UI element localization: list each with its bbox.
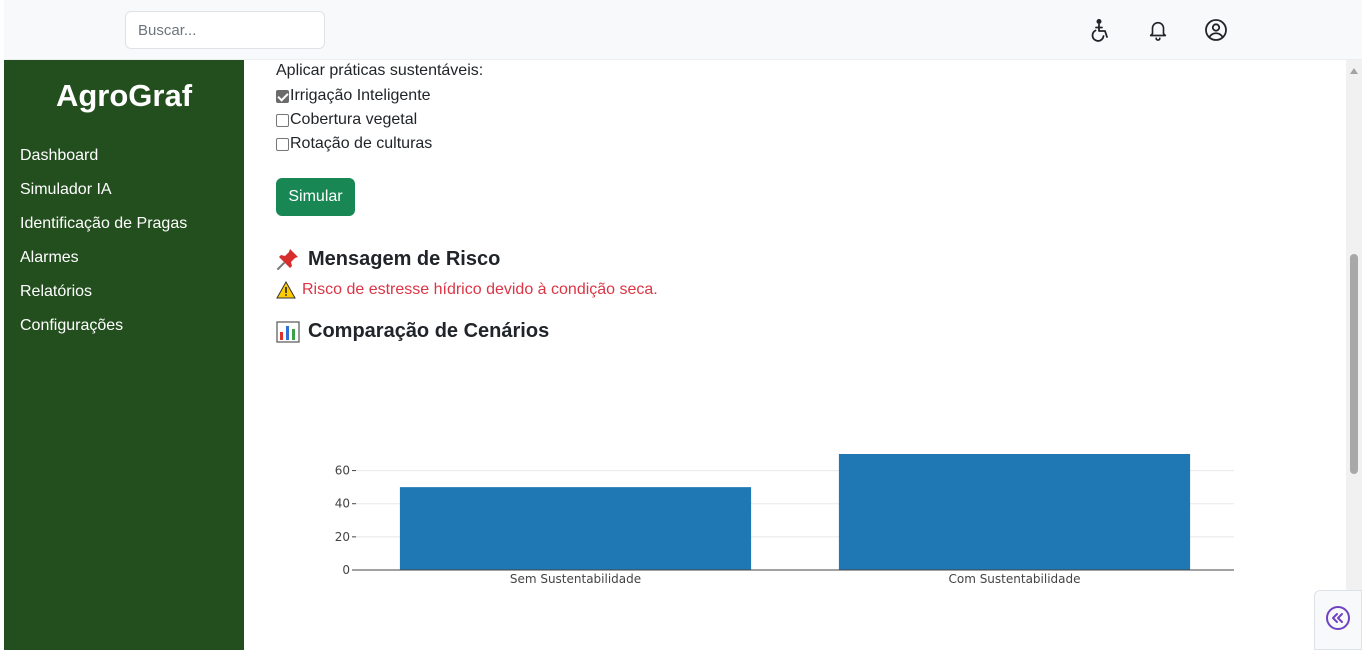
sidebar-nav: Dashboard Simulador IA Identificação de … <box>20 146 187 350</box>
y-tick-label: 0 <box>342 563 350 577</box>
sidebar-item-relatorios[interactable]: Relatórios <box>20 282 187 316</box>
sidebar-item-identificacao-pragas[interactable]: Identificação de Pragas <box>20 214 187 248</box>
y-tick-label: 20 <box>335 530 350 544</box>
risk-message-text: Risco de estresse hídrico devido à condi… <box>302 281 658 298</box>
sidebar-item-alarmes[interactable]: Alarmes <box>20 248 187 282</box>
bar <box>838 454 1191 570</box>
sidebar-item-configuracoes[interactable]: Configurações <box>20 316 187 350</box>
x-tick-label: Com Sustentabilidade <box>948 572 1080 586</box>
practice-option-rotacao[interactable]: Rotação de culturas <box>276 134 432 154</box>
practice-option-cobertura[interactable]: Cobertura vegetal <box>276 110 417 130</box>
y-tick-label: 40 <box>335 497 350 511</box>
scrollbar-thumb[interactable] <box>1350 254 1358 474</box>
practice-option-irrigacao[interactable]: Irrigação Inteligente <box>276 86 431 106</box>
collapse-button[interactable] <box>1314 590 1362 650</box>
bell-icon[interactable] <box>1144 16 1172 44</box>
chevrons-left-icon <box>1325 605 1351 636</box>
sidebar-item-dashboard[interactable]: Dashboard <box>20 146 187 180</box>
risk-message: Risco de estresse hídrico devido à condi… <box>276 281 658 299</box>
sidebar: AgroGraf Dashboard Simulador IA Identifi… <box>4 60 244 650</box>
risk-section-title-text: Mensagem de Risco <box>308 247 501 270</box>
checkbox-cobertura[interactable] <box>276 113 289 127</box>
risk-section-title: Mensagem de Risco <box>276 247 500 271</box>
x-tick-label: Sem Sustentabilidade <box>510 572 641 586</box>
user-circle-icon[interactable] <box>1202 16 1230 44</box>
checkbox-rotacao[interactable] <box>276 137 289 151</box>
y-tick-label: 60 <box>335 464 350 478</box>
practice-label-rotacao: Rotação de culturas <box>290 135 433 152</box>
scroll-up-arrow[interactable] <box>1350 68 1358 74</box>
simulate-button[interactable]: Simular <box>276 178 355 216</box>
pushpin-icon <box>276 247 300 271</box>
warning-icon <box>276 281 296 299</box>
top-navbar <box>4 0 1362 60</box>
comparison-section-title-text: Comparação de Cenários <box>308 320 550 342</box>
bar-chart-icon <box>276 320 300 343</box>
accessibility-icon[interactable] <box>1086 16 1114 44</box>
comparison-bar-chart: 0 20 40 60 Sem Sustentabilidade Com Sustentab… <box>335 454 1234 586</box>
checkbox-irrigacao[interactable] <box>276 89 289 103</box>
main-content: Aplicar práticas sustentáveis: Irrigação… <box>244 60 1346 650</box>
search-input[interactable] <box>125 11 325 49</box>
sidebar-item-simulador-ia[interactable]: Simulador IA <box>20 180 187 214</box>
bar <box>399 487 752 570</box>
practices-heading: Aplicar práticas sustentáveis: <box>276 62 484 79</box>
brand-logo[interactable]: AgroGraf <box>4 78 244 114</box>
practice-label-irrigacao: Irrigação Inteligente <box>290 87 431 104</box>
practice-label-cobertura: Cobertura vegetal <box>290 111 418 128</box>
comparison-section-title: Comparação de Cenários <box>276 320 549 343</box>
